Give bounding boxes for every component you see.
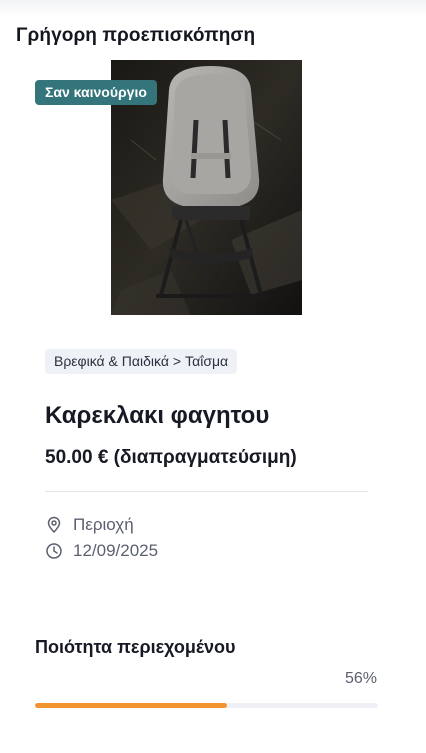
condition-badge: Σαν καινούργιο xyxy=(35,80,157,105)
quick-preview-panel: Γρήγορη προεπισκόπηση Σαν καινούργιο Βρε… xyxy=(0,0,426,753)
content-quality-title: Ποιότητα περιεχομένου xyxy=(35,637,236,657)
location-row: Περιοχή xyxy=(45,514,134,536)
category-breadcrumb[interactable]: Βρεφικά & Παιδικά > Ταΐσμα xyxy=(45,349,238,374)
location-text: Περιοχή xyxy=(73,515,134,534)
category-child[interactable]: Ταΐσμα xyxy=(185,353,228,369)
category-parent[interactable]: Βρεφικά & Παιδικά xyxy=(54,353,169,369)
date-row: 12/09/2025 xyxy=(45,540,158,562)
date-text: 12/09/2025 xyxy=(73,541,159,560)
category-separator: > xyxy=(172,353,182,369)
content-quality-percent: 56% xyxy=(344,670,377,687)
panel-title: Γρήγορη προεπισκόπηση xyxy=(16,25,256,46)
content-quality-progress-bar xyxy=(35,703,378,708)
map-pin-icon xyxy=(45,516,63,534)
content-quality-progress-fill xyxy=(35,703,228,708)
clock-icon xyxy=(45,542,63,560)
price-label: 50.00 € (διαπραγματεύσιμη) xyxy=(45,447,297,468)
divider xyxy=(45,491,368,492)
product-title: Καρεκλακι φαγητου xyxy=(45,402,270,429)
